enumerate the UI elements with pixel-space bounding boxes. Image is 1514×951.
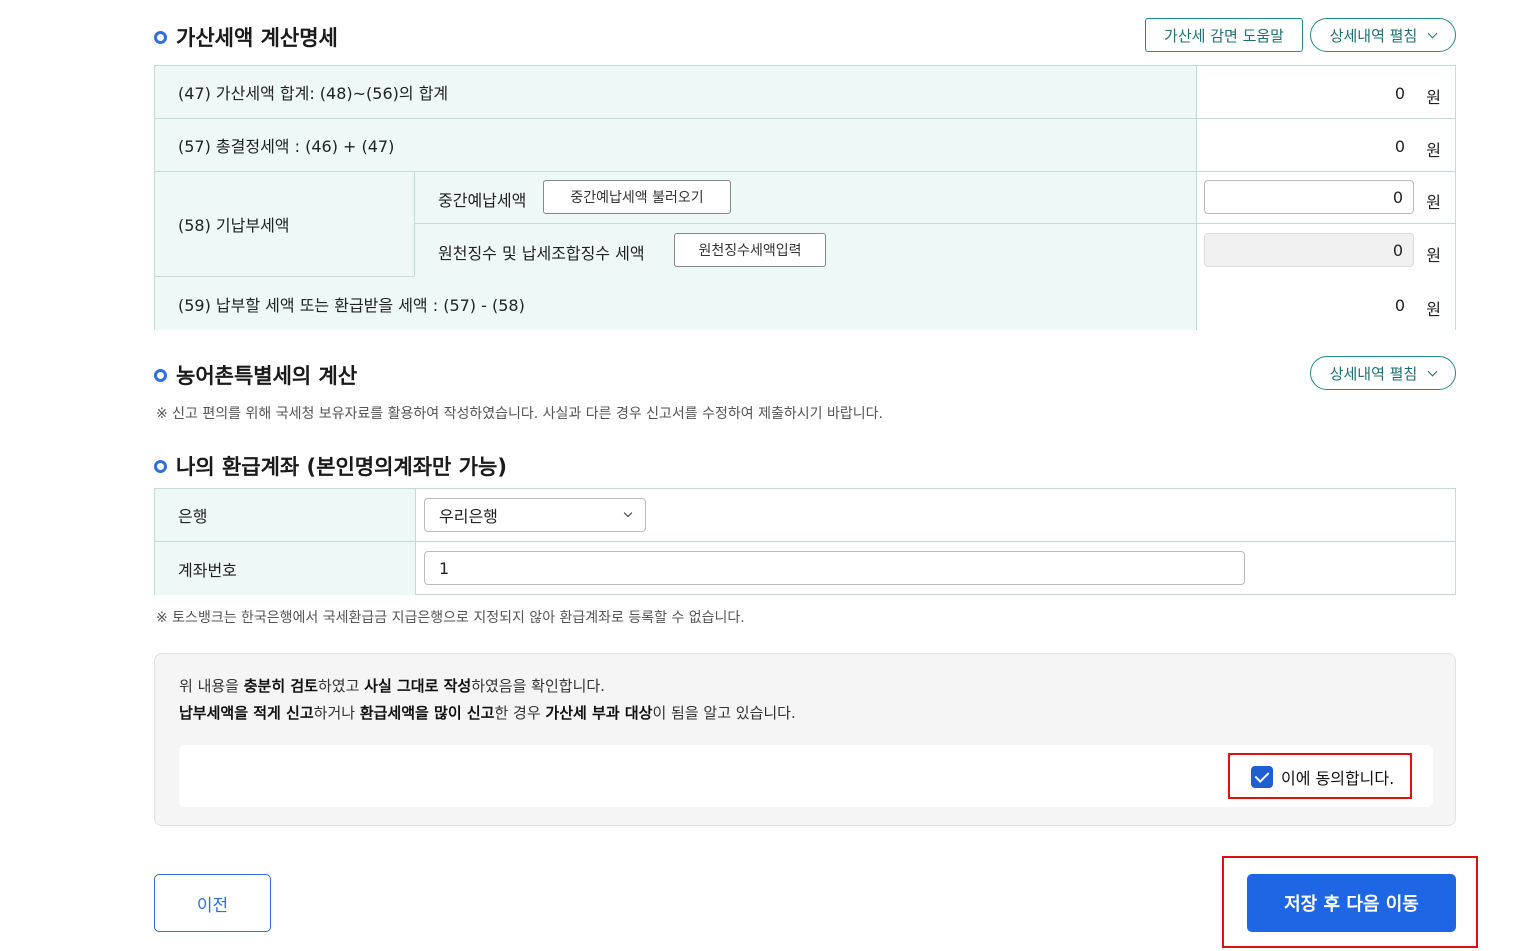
consent-emphasis: 사실 그대로 작성 <box>364 677 472 695</box>
consent-text: 하였음을 확인합니다. <box>471 677 605 695</box>
consent-text: 한 경우 <box>494 704 546 722</box>
toss-bank-note: ※ 토스뱅크는 한국은행에서 국세환급금 지급은행으로 지정되지 않아 환급계좌… <box>156 610 745 626</box>
row-57-amount: 0 <box>1394 137 1405 156</box>
penalty-expand-label: 상세내역 펼침 <box>1329 26 1418 45</box>
row-58-label: (58) 기납부세액 <box>155 172 414 276</box>
account-value-cell: 1 <box>415 542 1455 595</box>
table-row-59: (59) 납부할 세액 또는 환급받을 세액 : (57) - (58) 0 원 <box>155 277 1455 330</box>
penalty-table: (47) 가산세액 합계: (48)~(56)의 합계 0 원 (57) 총결정… <box>154 65 1456 330</box>
agree-highlight-box <box>1228 753 1412 799</box>
row-57-unit: 원 <box>1426 141 1441 160</box>
consent-text: 하였고 <box>317 677 365 695</box>
row-58-sub2-value-cell: 0 원 <box>1196 224 1455 277</box>
consent-emphasis: 납부세액을 적게 신고 <box>179 704 314 722</box>
refund-section-title: 나의 환급계좌 (본인명의계좌만 가능) <box>154 451 507 481</box>
rural-note: ※ 신고 편의를 위해 국세청 보유자료를 활용하여 작성하였습니다. 사실과 … <box>156 406 883 422</box>
account-label: 계좌번호 <box>155 542 415 595</box>
row-58-sub1-label-cell: 중간예납세액 중간예납세액 불러오기 <box>414 172 1196 224</box>
consent-emphasis: 가산세 부과 대상 <box>545 704 653 722</box>
bullet-circle-icon <box>154 368 167 382</box>
penalty-section-title: 가산세액 계산명세 <box>154 22 338 52</box>
account-number-input[interactable]: 1 <box>424 551 1245 585</box>
row-57-value-cell: 0 원 <box>1196 119 1455 171</box>
bank-label: 은행 <box>155 489 415 541</box>
account-number-value: 1 <box>439 558 450 578</box>
rural-section-title-text: 농어촌특별세의 계산 <box>176 364 358 388</box>
row-58-sub1-value-cell: 0 원 <box>1196 172 1455 224</box>
row-59-value-cell: 0 원 <box>1196 277 1455 330</box>
bullet-circle-icon <box>154 30 167 44</box>
chevron-down-icon <box>623 508 633 518</box>
chevron-down-icon <box>1427 28 1438 38</box>
consent-emphasis: 환급세액을 많이 신고 <box>359 704 495 722</box>
row-58-sub2-label: 원천징수 및 납세조합징수 세액 <box>438 244 645 263</box>
consent-line-1: 위 내용을 충분히 검토하였고 사실 그대로 작성하였음을 확인합니다. <box>179 675 605 696</box>
refund-section-title-text: 나의 환급계좌 (본인명의계좌만 가능) <box>176 455 507 479</box>
consent-text: 하거나 <box>313 704 360 722</box>
table-row-57: (57) 총결정세액 : (46) + (47) 0 원 <box>155 119 1455 172</box>
rural-section-title: 농어촌특별세의 계산 <box>154 360 357 390</box>
rural-expand-button[interactable]: 상세내역 펼침 <box>1310 356 1456 390</box>
penalty-expand-button[interactable]: 상세내역 펼침 <box>1310 18 1456 52</box>
chevron-down-icon <box>1427 366 1438 376</box>
consent-text: 이 됨을 알고 있습니다. <box>652 704 796 722</box>
row-58-sub2-label-cell: 원천징수 및 납세조합징수 세액 원천징수세액입력 <box>414 224 1196 277</box>
refund-table: 은행 우리은행 계좌번호 1 <box>154 488 1456 595</box>
row-58-sub1-label: 중간예납세액 <box>438 191 527 210</box>
bank-select-value: 우리은행 <box>439 507 498 526</box>
row-47-amount: 0 <box>1394 84 1405 103</box>
row-58-sub1-unit: 원 <box>1426 193 1441 212</box>
row-47-label: (47) 가산세액 합계: (48)~(56)의 합계 <box>155 66 1196 118</box>
interim-tax-input[interactable]: 0 <box>1204 180 1414 214</box>
row-57-label: (57) 총결정세액 : (46) + (47) <box>155 119 1196 171</box>
table-row-58: (58) 기납부세액 중간예납세액 중간예납세액 불러오기 0 원 원천징수 및… <box>155 172 1455 277</box>
account-row: 계좌번호 1 <box>155 542 1455 595</box>
withholding-tax-input-button[interactable]: 원천징수세액입력 <box>674 233 826 267</box>
bank-value-cell: 우리은행 <box>415 489 1455 541</box>
consent-emphasis: 충분히 검토 <box>243 677 318 695</box>
withholding-tax-field: 0 <box>1204 233 1414 267</box>
consent-text: 위 내용을 <box>179 677 244 695</box>
next-highlight-box <box>1222 856 1478 948</box>
row-47-unit: 원 <box>1426 88 1441 107</box>
penalty-section-title-text: 가산세액 계산명세 <box>176 26 338 50</box>
consent-line-2: 납부세액을 적게 신고하거나 환급세액을 많이 신고한 경우 가산세 부과 대상… <box>179 702 796 723</box>
load-interim-tax-button[interactable]: 중간예납세액 불러오기 <box>543 180 731 214</box>
bank-select[interactable]: 우리은행 <box>424 498 646 532</box>
bank-row: 은행 우리은행 <box>155 489 1455 542</box>
row-59-unit: 원 <box>1426 300 1441 319</box>
table-row-47: (47) 가산세액 합계: (48)~(56)의 합계 0 원 <box>155 66 1455 119</box>
row-59-amount: 0 <box>1394 296 1405 315</box>
bullet-circle-icon <box>154 459 167 473</box>
rural-expand-label: 상세내역 펼침 <box>1329 364 1418 383</box>
consent-box: 위 내용을 충분히 검토하였고 사실 그대로 작성하였음을 확인합니다. 납부세… <box>154 653 1456 826</box>
prev-button[interactable]: 이전 <box>154 874 271 932</box>
row-47-value-cell: 0 원 <box>1196 66 1455 118</box>
row-59-label: (59) 납부할 세액 또는 환급받을 세액 : (57) - (58) <box>155 277 1196 330</box>
row-58-sub2-unit: 원 <box>1426 246 1441 265</box>
penalty-help-button[interactable]: 가산세 감면 도움말 <box>1145 18 1303 52</box>
